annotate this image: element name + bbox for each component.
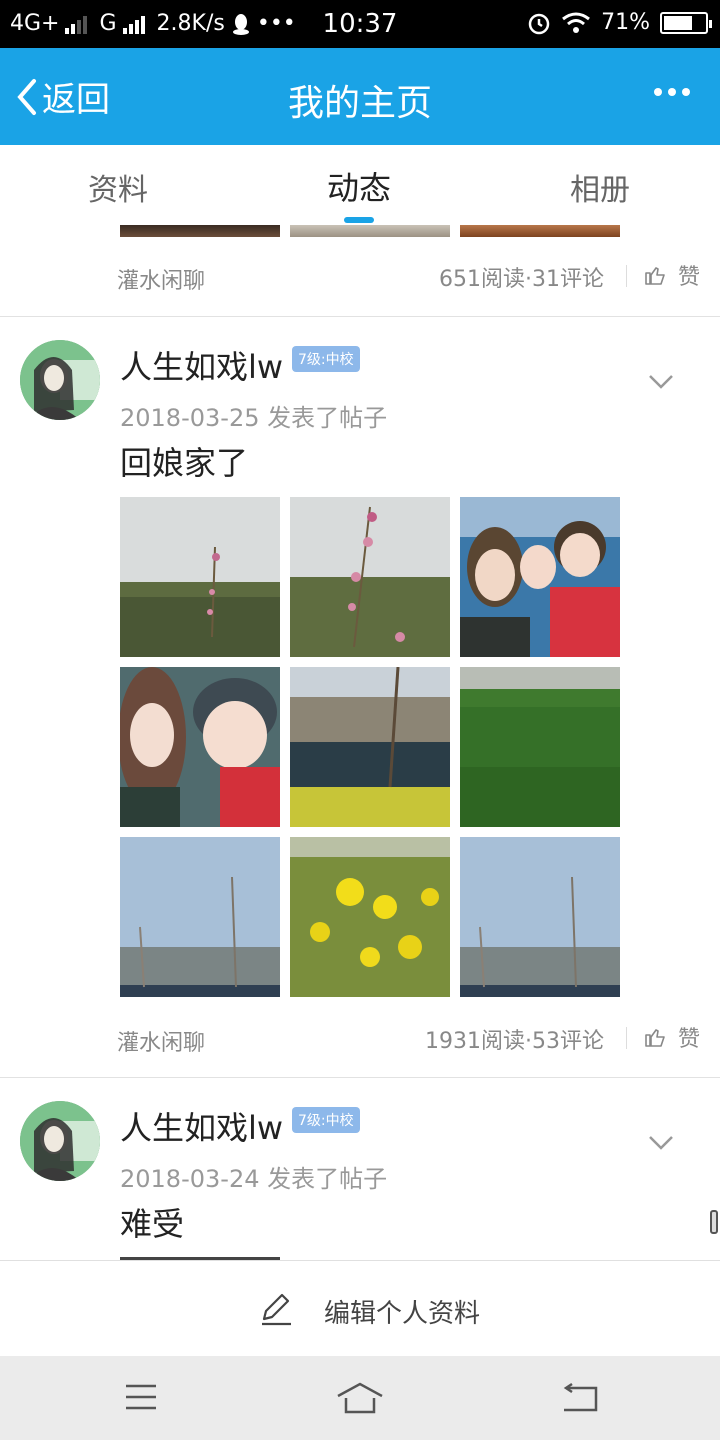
post-image[interactable] [290,497,450,657]
thumbs-up-icon [645,1029,665,1047]
app-header: 返回 我的主页 [0,48,720,145]
system-nav-bar [0,1356,720,1440]
post-image[interactable] [460,225,620,237]
chevron-down-icon[interactable] [648,374,674,390]
menu-icon[interactable] [124,1382,158,1412]
screen: 4G+ G 2.8K/s ••• 10:37 71% 返回 我的主页 资料 动态… [0,0,720,1440]
thumbs-up-icon [645,267,665,285]
battery-icon [660,11,712,34]
post-image[interactable] [460,837,620,997]
tab-profile[interactable]: 资料 [18,165,218,209]
post-divider [0,316,720,317]
tab-indicator [344,217,374,223]
like-button[interactable]: 赞 [644,259,700,291]
post-meta: 灌水闲聊 1931阅读·53评论 赞 [0,1017,720,1057]
post-date: 2018-03-25 发表了帖子 [120,404,388,432]
level-badge: 7级:中校 [292,1107,360,1133]
edit-profile-button[interactable]: 编辑个人资料 [0,1260,720,1356]
edit-profile-label: 编辑个人资料 [324,1299,481,1329]
post-image[interactable] [460,667,620,827]
tab-bar: 资料 动态 相册 [0,145,720,225]
like-button[interactable]: 赞 [644,1021,700,1053]
tab-activity[interactable]: 动态 [259,163,459,209]
avatar[interactable] [20,1101,100,1181]
like-label: 赞 [677,265,700,290]
scrollbar[interactable] [710,1210,718,1234]
more-dots-icon[interactable] [654,88,690,96]
post-image[interactable] [120,667,280,827]
post-date: 2018-03-24 发表了帖子 [120,1165,388,1193]
pencil-icon [262,1293,291,1326]
wifi-icon [562,12,591,33]
like-label: 赞 [677,1027,700,1052]
post-stats: 1931阅读·53评论 [425,1029,604,1054]
tab-album[interactable]: 相册 [500,165,700,209]
post-text[interactable]: 难受 [120,1199,184,1245]
chevron-down-icon[interactable] [648,1135,674,1151]
activity-feed[interactable]: 灌水闲聊 651阅读·31评论 赞 人生如戏lw 7级:中校 2018-03-2… [0,225,720,1260]
meta-divider [626,1027,627,1049]
back-nav-icon[interactable] [560,1382,598,1414]
author-name[interactable]: 人生如戏lw [120,1103,283,1149]
post-image[interactable] [120,837,280,997]
post-image-grid [120,497,620,997]
battery-percent: 71% [601,10,650,35]
author-name[interactable]: 人生如戏lw [120,342,283,388]
home-icon[interactable] [336,1382,384,1414]
post-image[interactable] [290,225,450,237]
page-title: 我的主页 [287,83,432,124]
status-bar: 4G+ G 2.8K/s ••• 10:37 71% [0,0,720,48]
alarm-icon [528,13,550,34]
post-image[interactable] [290,837,450,997]
previous-post-images [120,225,620,237]
post-text[interactable]: 回娘家了 [120,438,248,484]
meta-divider [626,265,627,287]
post-image[interactable] [290,667,450,827]
previous-post-meta: 灌水闲聊 651阅读·31评论 赞 [0,255,720,295]
post-category[interactable]: 灌水闲聊 [117,263,205,295]
post-image[interactable] [120,497,280,657]
avatar[interactable] [20,340,100,420]
post-image[interactable] [120,225,280,237]
level-badge: 7级:中校 [292,346,360,372]
post-divider [0,1077,720,1078]
post-stats: 651阅读·31评论 [439,267,604,292]
post-category[interactable]: 灌水闲聊 [117,1025,205,1057]
post-image[interactable] [460,497,620,657]
